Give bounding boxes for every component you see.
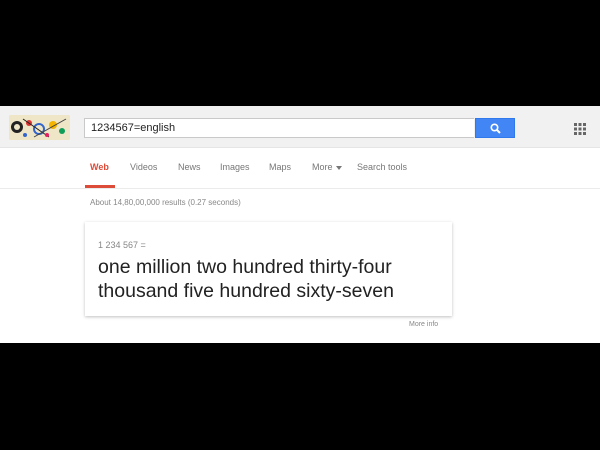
answer-card: 1 234 567 = one million two hundred thir… bbox=[85, 222, 452, 316]
apps-grid-icon[interactable] bbox=[574, 123, 586, 135]
search-button[interactable] bbox=[475, 118, 515, 138]
answer-equation: 1 234 567 = bbox=[98, 240, 146, 250]
caret-down-icon bbox=[335, 165, 342, 170]
answer-line-1: one million two hundred thirty-four bbox=[98, 256, 392, 278]
search-input[interactable] bbox=[84, 118, 474, 138]
tab-more-label: More bbox=[312, 162, 333, 172]
search-header bbox=[0, 106, 600, 148]
tab-search-tools[interactable]: Search tools bbox=[357, 148, 407, 187]
tab-videos[interactable]: Videos bbox=[130, 148, 157, 187]
tab-maps[interactable]: Maps bbox=[269, 148, 291, 187]
tab-more[interactable]: More bbox=[312, 148, 342, 187]
search-icon bbox=[489, 122, 501, 134]
result-stats: About 14,80,00,000 results (0.27 seconds… bbox=[90, 198, 241, 207]
active-tab-indicator bbox=[85, 185, 115, 188]
google-doodle-logo[interactable] bbox=[9, 115, 70, 140]
tab-web[interactable]: Web bbox=[90, 148, 109, 187]
more-info-link[interactable]: More info bbox=[409, 321, 438, 328]
search-tabs: Web Videos News Images Maps More Search … bbox=[0, 148, 600, 189]
tab-images[interactable]: Images bbox=[220, 148, 250, 187]
answer-line-2: thousand five hundred sixty-seven bbox=[98, 280, 394, 302]
browser-screen: Web Videos News Images Maps More Search … bbox=[0, 106, 600, 343]
tab-news[interactable]: News bbox=[178, 148, 201, 187]
